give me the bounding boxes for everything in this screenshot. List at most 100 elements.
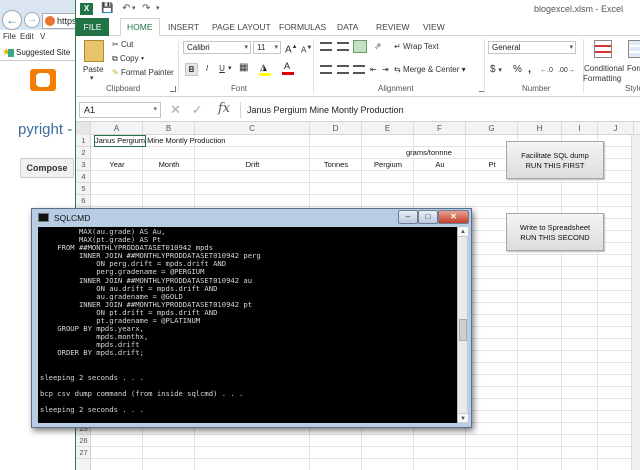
align-bottom-icon[interactable]: [353, 40, 367, 53]
console-scrollbar[interactable]: ▲ ▼: [457, 227, 468, 423]
scroll-up-icon[interactable]: ▲: [458, 227, 468, 237]
row-header-4[interactable]: 4: [76, 171, 91, 183]
write-to-spreadsheet-button[interactable]: Write to Spreadsheet RUN THIS SECOND: [506, 213, 604, 251]
number-format-select[interactable]: General ▾: [488, 41, 576, 54]
tab-data[interactable]: DATA: [337, 22, 358, 32]
header-au[interactable]: Au: [414, 159, 466, 171]
undo-icon[interactable]: ↶: [122, 3, 130, 15]
scroll-down-icon[interactable]: ▼: [458, 413, 468, 423]
row-header-2[interactable]: 2: [76, 147, 91, 159]
fill-color-icon[interactable]: ◮: [259, 63, 271, 76]
select-all-corner[interactable]: [76, 122, 91, 135]
copy-button[interactable]: ⧉ Copy ▾: [112, 53, 144, 64]
format-as-table-label[interactable]: Form: [627, 63, 640, 74]
menu-view[interactable]: V: [40, 32, 45, 41]
row-header-6[interactable]: 6: [76, 195, 91, 207]
cut-button[interactable]: ✂ Cut: [112, 39, 133, 50]
comma-button[interactable]: ,: [528, 64, 531, 75]
column-header-j[interactable]: J: [598, 122, 634, 135]
increase-decimal-icon[interactable]: ←.0: [540, 65, 553, 76]
formula-input[interactable]: Janus Pergium Mine Montly Production: [240, 102, 640, 118]
tab-view[interactable]: VIEW: [423, 22, 445, 32]
column-header-g[interactable]: G: [466, 122, 518, 135]
percent-button[interactable]: %: [513, 64, 522, 75]
header-drift[interactable]: Drift: [195, 159, 310, 171]
scroll-thumb[interactable]: [459, 319, 467, 341]
cell-a1[interactable]: Janus Pergium Mine Montly Production: [95, 135, 225, 147]
align-right-icon[interactable]: [353, 65, 365, 74]
vertical-scrollbar[interactable]: [631, 135, 640, 470]
font-name-select[interactable]: Calibri ▾: [183, 41, 251, 54]
orientation-icon[interactable]: ⇗: [374, 41, 382, 52]
underline-button[interactable]: U: [216, 63, 228, 74]
decrease-decimal-icon[interactable]: .00→: [558, 65, 575, 76]
row-header-27[interactable]: 27: [76, 447, 91, 459]
facilitate-sql-dump-button[interactable]: Facilitate SQL dump RUN THIS FIRST: [506, 141, 604, 179]
paste-dropdown-icon[interactable]: ▾: [90, 73, 94, 84]
currency-button[interactable]: $ ▾: [490, 64, 502, 76]
row-header-5[interactable]: 5: [76, 183, 91, 195]
paste-icon[interactable]: [84, 40, 104, 62]
sqlcmd-title-bar[interactable]: SQLCMD – □ ✕: [32, 209, 471, 227]
row-header-3[interactable]: 3: [76, 159, 91, 171]
header-year[interactable]: Year: [91, 159, 143, 171]
tab-page-layout[interactable]: PAGE LAYOUT: [212, 22, 271, 32]
clipboard-launcher-icon[interactable]: [170, 86, 176, 92]
format-as-table-icon[interactable]: [628, 40, 640, 58]
column-header-c[interactable]: C: [195, 122, 310, 135]
row-header-1[interactable]: 1: [76, 135, 91, 147]
name-box[interactable]: A1 ▾: [79, 102, 161, 118]
font-color-icon[interactable]: A: [282, 62, 294, 75]
header-pergium[interactable]: Pergium: [362, 159, 414, 171]
row-header-26[interactable]: 26: [76, 435, 91, 447]
header-tonnes[interactable]: Tonnes: [310, 159, 362, 171]
grow-font-button[interactable]: A▲: [285, 42, 298, 55]
wrap-text-button[interactable]: ↵ Wrap Text: [394, 41, 439, 52]
align-center-icon[interactable]: [337, 65, 349, 74]
blogger-logo-icon[interactable]: [30, 69, 56, 91]
cancel-icon[interactable]: ✕: [170, 102, 181, 117]
console-output[interactable]: MAX(au.grade) AS Au, MAX(pt.grade) AS Pt…: [38, 227, 457, 423]
close-button[interactable]: ✕: [438, 210, 469, 224]
column-header-e[interactable]: E: [362, 122, 414, 135]
format-painter-button[interactable]: ✎ Format Painter: [112, 67, 174, 78]
suggested-sites-link[interactable]: Suggested Site: [16, 48, 70, 57]
save-icon[interactable]: 💾: [101, 3, 113, 15]
enter-icon[interactable]: ✓: [192, 102, 203, 117]
forward-button[interactable]: →: [24, 12, 40, 28]
menu-edit[interactable]: Edit: [20, 32, 34, 41]
font-size-select[interactable]: 11 ▾: [253, 41, 281, 54]
tab-review[interactable]: REVIEW: [376, 22, 410, 32]
menu-file[interactable]: File: [3, 32, 16, 41]
borders-icon[interactable]: ▦: [239, 62, 248, 73]
decrease-indent-icon[interactable]: ⇤: [370, 64, 377, 75]
align-middle-icon[interactable]: [337, 42, 349, 51]
column-header-d[interactable]: D: [310, 122, 362, 135]
header-month[interactable]: Month: [143, 159, 195, 171]
align-top-icon[interactable]: [320, 42, 332, 51]
cell-f2[interactable]: grams/tonnne: [406, 147, 452, 159]
tab-home[interactable]: HOME: [120, 18, 160, 37]
undo-dropdown-icon[interactable]: ▾: [132, 3, 136, 15]
conditional-formatting-label-2[interactable]: Formatting: [583, 73, 621, 84]
tab-file[interactable]: FILE: [76, 18, 109, 36]
qat-customize-icon[interactable]: ▾: [156, 3, 160, 15]
column-header-f[interactable]: F: [414, 122, 466, 135]
column-header-i[interactable]: I: [562, 122, 598, 135]
increase-indent-icon[interactable]: ⇥: [382, 64, 389, 75]
maximize-button[interactable]: □: [418, 210, 438, 224]
redo-icon[interactable]: ↷: [142, 3, 150, 15]
tab-insert[interactable]: INSERT: [168, 22, 199, 32]
compose-button[interactable]: Compose: [20, 158, 74, 178]
column-header-a[interactable]: A: [91, 122, 143, 135]
column-header-h[interactable]: H: [518, 122, 562, 135]
conditional-formatting-icon[interactable]: [594, 40, 612, 58]
back-button[interactable]: ←: [2, 10, 22, 30]
merge-center-button[interactable]: ⇆ Merge & Center ▾: [394, 64, 466, 75]
underline-dropdown-icon[interactable]: ▾: [228, 63, 232, 74]
align-left-icon[interactable]: [320, 65, 332, 74]
bold-button[interactable]: B: [185, 63, 198, 76]
column-header-b[interactable]: B: [143, 122, 195, 135]
insert-function-icon[interactable]: fx: [218, 101, 230, 116]
shrink-font-button[interactable]: A▼: [301, 43, 312, 56]
